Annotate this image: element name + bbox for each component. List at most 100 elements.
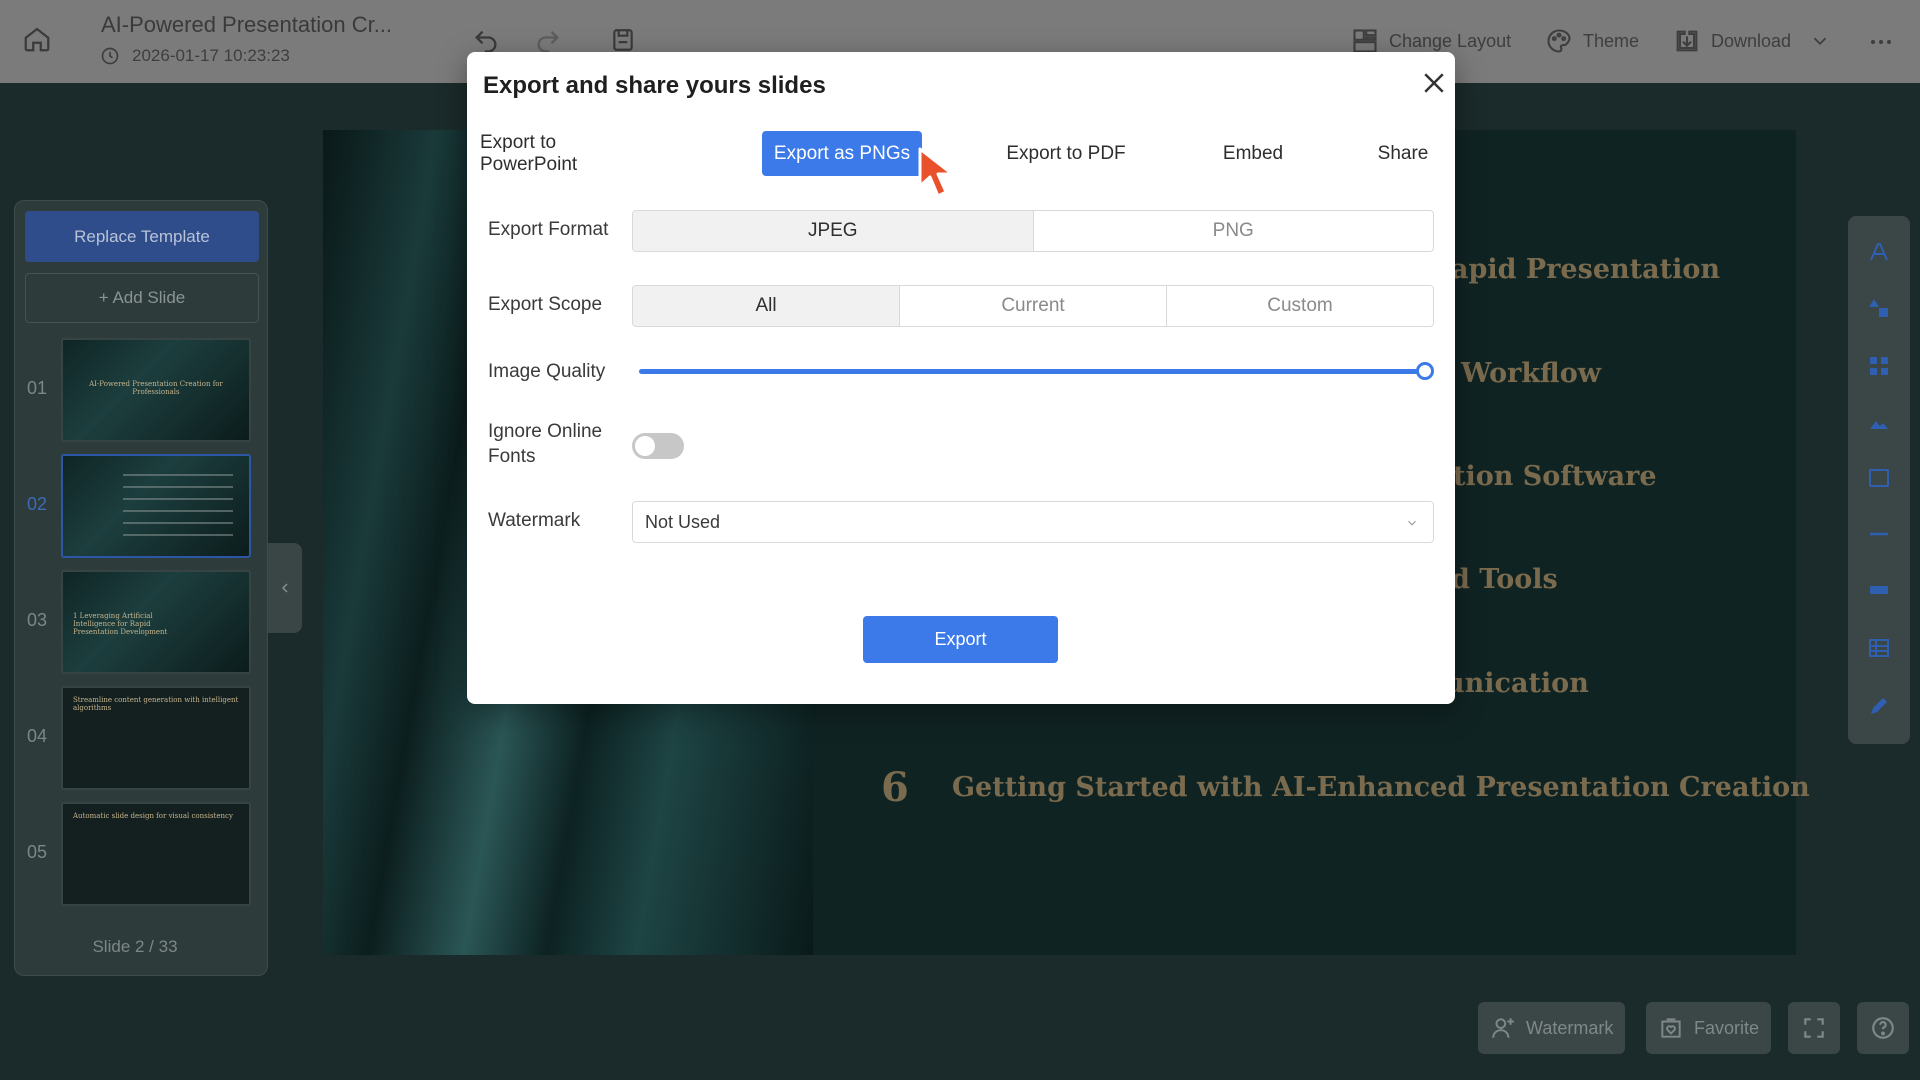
thumbnail-title: 1 Leveraging Artificial Intelligence for… xyxy=(73,612,168,636)
export-scope-label: Export Scope xyxy=(488,294,603,315)
change-layout-label: Change Layout xyxy=(1389,30,1512,51)
tab-share[interactable]: Share xyxy=(1370,131,1436,176)
scope-option-custom[interactable]: Custom xyxy=(1167,286,1433,326)
image-icon[interactable] xyxy=(1867,410,1891,434)
close-icon[interactable] xyxy=(1419,68,1449,98)
slide-panel: Replace Template + Add Slide 01 AI-Power… xyxy=(14,200,268,976)
image-quality-slider[interactable] xyxy=(639,362,1434,380)
export-button[interactable]: Export xyxy=(863,616,1058,663)
agenda-item: apid Presentation xyxy=(1451,254,1720,285)
more-icon[interactable] xyxy=(1866,30,1896,54)
toggle-knob xyxy=(635,436,655,456)
image-quality-label: Image Quality xyxy=(488,361,606,382)
document-timestamp: 2026-01-17 10:23:23 xyxy=(132,46,290,65)
fullscreen-button[interactable] xyxy=(1788,1002,1840,1054)
tab-export-powerpoint[interactable]: Export to PowerPoint xyxy=(480,131,633,176)
format-option-jpeg[interactable]: JPEG xyxy=(633,211,1034,251)
mouse-cursor-icon xyxy=(918,147,954,198)
text-icon[interactable] xyxy=(1867,240,1891,264)
shapes-icon[interactable] xyxy=(1867,296,1891,320)
fullscreen-icon xyxy=(1804,1018,1824,1038)
slide-thumbnail[interactable]: Streamline content generation with intel… xyxy=(61,686,251,790)
slide-number: 05 xyxy=(27,842,48,862)
slide-thumbnail-row[interactable]: 04 Streamline content generation with in… xyxy=(15,686,269,792)
undo-icon[interactable] xyxy=(472,27,500,55)
chevron-down-icon xyxy=(1813,37,1827,46)
watermark-button[interactable]: Watermark xyxy=(1478,1002,1626,1054)
dialog-title: Export and share yours slides xyxy=(483,72,826,99)
slide-thumbnail-row[interactable]: 03 1 Leveraging Artificial Intelligence … xyxy=(15,570,269,676)
redo-icon[interactable] xyxy=(534,27,562,55)
thumbnail-title: AI-Powered Presentation Creation for Pro… xyxy=(89,380,223,396)
slide-number: 01 xyxy=(27,378,48,398)
help-icon xyxy=(1872,1017,1894,1039)
agenda-item: tion Software xyxy=(1453,461,1657,492)
format-option-png[interactable]: PNG xyxy=(1034,211,1434,251)
agenda-item: Getting Started with AI-Enhanced Present… xyxy=(952,772,1810,803)
save-icon[interactable] xyxy=(610,27,636,53)
slide-thumbnail-row[interactable]: 01 AI-Powered Presentation Creation for … xyxy=(15,338,269,444)
slide-counter: Slide 2 / 33 xyxy=(92,937,178,956)
ignore-fonts-label-line: Ignore Online xyxy=(488,421,603,442)
agenda-number: 6 xyxy=(881,764,909,811)
document-title[interactable]: AI-Powered Presentation Cr... xyxy=(101,12,392,38)
agenda-item: unication xyxy=(1445,668,1589,699)
watermark-select-label: Watermark xyxy=(488,510,581,531)
theme-button[interactable]: Theme xyxy=(1545,26,1639,56)
download-label: Download xyxy=(1711,30,1792,51)
slide-number: 02 xyxy=(27,494,48,514)
slide-thumbnail[interactable] xyxy=(61,454,251,558)
slide-number: 04 xyxy=(27,726,48,746)
slide-thumbnail[interactable]: Automatic slide design for visual consis… xyxy=(61,802,251,906)
download-icon xyxy=(1676,30,1698,52)
export-scope-selector: All Current Custom xyxy=(632,285,1434,327)
scope-option-current[interactable]: Current xyxy=(900,286,1167,326)
chevron-down-icon xyxy=(1408,520,1416,526)
slider-handle[interactable] xyxy=(1416,362,1434,380)
slide-thumbnail-row[interactable]: 02 xyxy=(15,454,269,560)
home-icon[interactable] xyxy=(22,24,52,54)
pen-icon[interactable] xyxy=(1867,694,1891,718)
tab-embed[interactable]: Embed xyxy=(1217,131,1289,176)
watermark-icon xyxy=(1492,1018,1514,1038)
export-dialog: Export and share yours slides Export to … xyxy=(467,52,1455,704)
export-format-label: Export Format xyxy=(488,219,609,240)
download-button[interactable]: Download xyxy=(1673,26,1831,56)
watermark-select-value: Not Used xyxy=(645,512,721,532)
tab-export-pdf[interactable]: Export to PDF xyxy=(1000,131,1132,176)
ignore-fonts-toggle[interactable] xyxy=(632,433,684,459)
grid-icon[interactable] xyxy=(1867,354,1891,378)
palette-icon xyxy=(1547,29,1571,53)
history-icon[interactable] xyxy=(100,46,120,66)
scope-option-all[interactable]: All xyxy=(633,286,900,326)
replace-template-button[interactable]: Replace Template xyxy=(25,211,259,262)
export-format-selector: JPEG PNG xyxy=(632,210,1434,252)
layout-icon xyxy=(1353,29,1377,53)
thumbnail-lines xyxy=(123,474,233,546)
agenda-item: d Tools xyxy=(1451,564,1558,595)
add-slide-button[interactable]: + Add Slide xyxy=(25,273,259,323)
watermark-select[interactable]: Not Used xyxy=(632,501,1434,543)
slider-fill xyxy=(639,369,1425,374)
slide-thumbnail-row[interactable]: 05 Automatic slide design for visual con… xyxy=(15,802,269,908)
favorite-button[interactable]: Favorite xyxy=(1646,1002,1772,1054)
slide-thumbnail[interactable]: AI-Powered Presentation Creation for Pro… xyxy=(61,338,251,442)
favorite-icon xyxy=(1661,1018,1681,1038)
rectangle-icon[interactable] xyxy=(1867,466,1891,490)
help-button[interactable] xyxy=(1857,1002,1909,1054)
tab-export-pngs[interactable]: Export as PNGs xyxy=(762,131,922,176)
insert-toolbar xyxy=(1848,216,1910,744)
chevron-left-icon xyxy=(282,583,288,593)
table-icon[interactable] xyxy=(1867,636,1891,660)
agenda-item: Workflow xyxy=(1461,358,1601,389)
watermark-label: Watermark xyxy=(1526,1017,1614,1038)
thumbnail-title: Automatic slide design for visual consis… xyxy=(73,812,233,820)
collapse-panel-button[interactable] xyxy=(268,543,302,633)
slide-thumbnail[interactable]: 1 Leveraging Artificial Intelligence for… xyxy=(61,570,251,674)
theme-label: Theme xyxy=(1583,30,1640,51)
ignore-fonts-label-line: Fonts xyxy=(488,446,536,467)
thumbnail-title: Streamline content generation with intel… xyxy=(73,696,239,712)
ignore-fonts-label: Ignore Online Fonts xyxy=(488,419,602,469)
line-icon[interactable] xyxy=(1867,522,1891,546)
divider-icon[interactable] xyxy=(1867,578,1891,602)
